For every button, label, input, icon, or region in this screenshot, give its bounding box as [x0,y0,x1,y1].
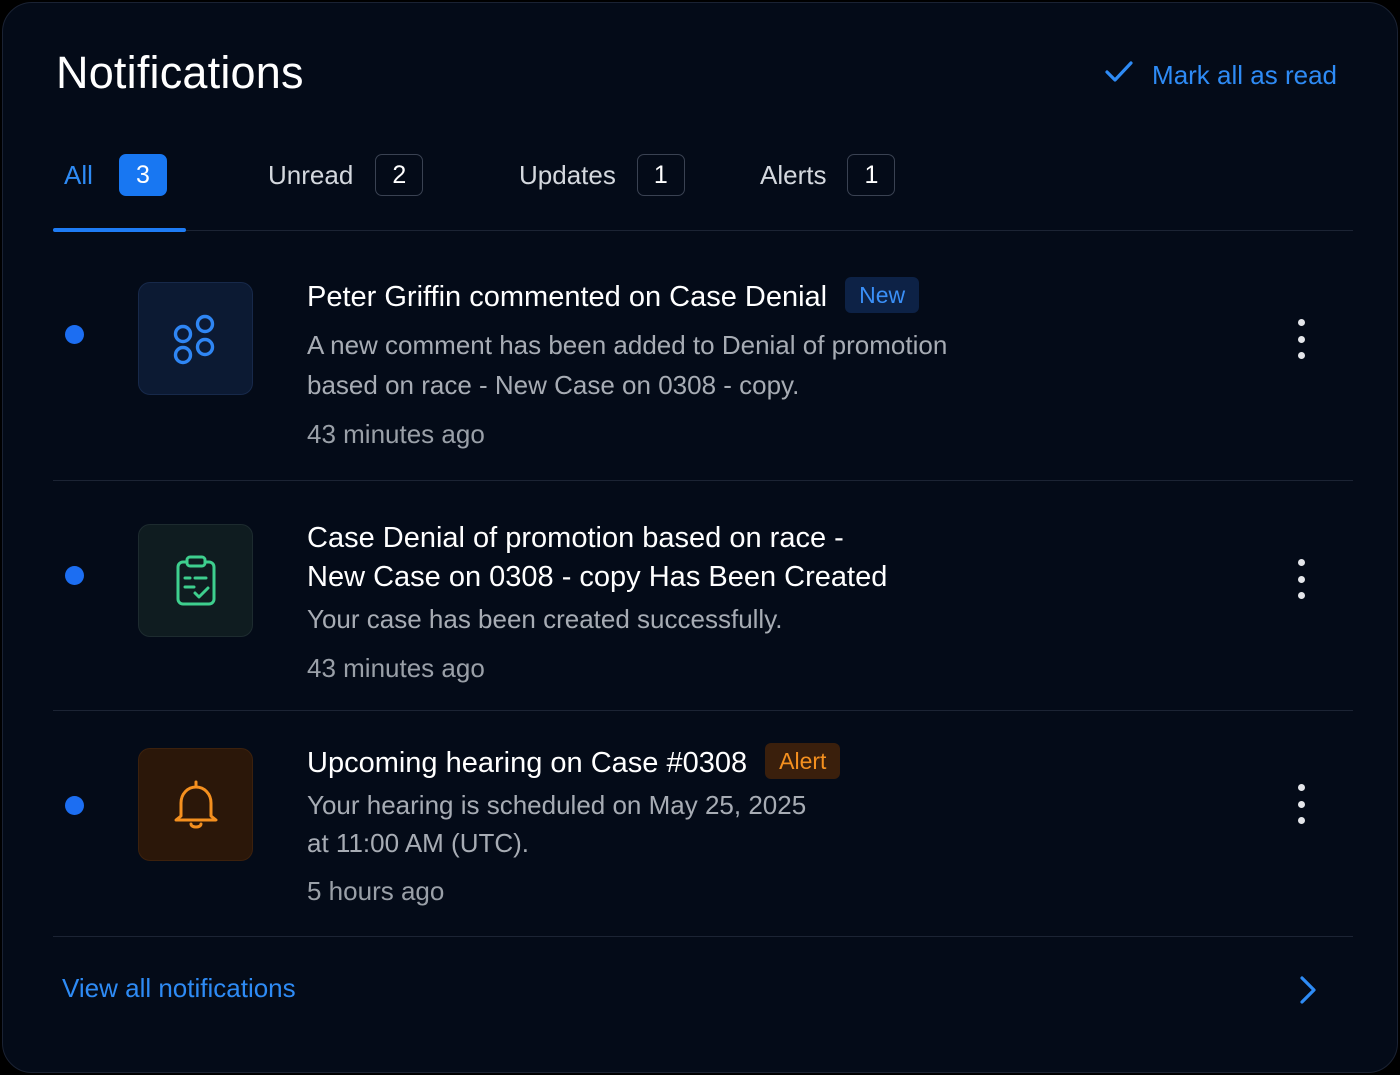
unread-dot [65,325,84,344]
panel-title: Notifications [56,47,304,98]
notification-item[interactable]: Case Denial of promotion based on race -… [53,481,1353,711]
tab-updates-count: 1 [636,154,685,196]
tab-updates-label: Updates [519,159,616,190]
tab-all-count: 3 [118,154,167,196]
tab-unread-label: Unread [268,159,354,190]
tab-unread-count: 2 [375,154,424,196]
notification-title: Case Denial of promotion based on race -… [307,519,887,597]
notification-title: Upcoming hearing on Case #0308 Alert [307,743,841,783]
bell-icon [138,748,253,861]
notification-item[interactable]: Peter Griffin commented on Case Denial Ne… [53,251,1353,481]
notification-time: 43 minutes ago [307,653,485,683]
tab-alerts[interactable]: Alerts 1 [760,153,896,197]
active-tab-indicator [53,228,186,232]
clipboard-check-icon [138,524,253,637]
unread-dot [65,796,84,815]
more-options-button[interactable] [1289,319,1313,359]
chevron-right-icon[interactable] [1296,973,1320,1007]
kebab-dot [1297,319,1305,326]
notification-title-text: Upcoming hearing on Case #0308 [307,747,748,779]
tab-all-label: All [64,159,93,190]
notification-description-line: based on race - New Case on 0308 - copy. [307,370,800,400]
notification-title-line: Case Denial of promotion based on race - [307,522,844,554]
new-badge: New [845,277,920,313]
kebab-dot [1297,784,1305,791]
notification-description: Your hearing is scheduled on May 25, 202… [307,786,806,862]
alert-badge: Alert [765,743,841,779]
view-all-notifications-link[interactable]: View all notifications [62,973,296,1004]
tab-unread[interactable]: Unread 2 [268,153,424,197]
mark-all-read-label: Mark all as read [1152,60,1337,90]
notification-description-line: Your hearing is scheduled on May 25, 202… [307,790,807,820]
notification-description: Your case has been created successfully. [307,604,783,634]
notification-time: 43 minutes ago [307,419,485,449]
notification-description-line: A new comment has been added to Denial o… [307,330,948,360]
notification-description-line: at 11:00 AM (UTC). [307,828,530,858]
notifications-panel: Notifications Mark all as read All 3 Unr… [2,2,1398,1073]
notification-title: Peter Griffin commented on Case Denial Ne… [307,277,920,317]
tab-alerts-label: Alerts [760,159,827,190]
tab-all[interactable]: All 3 [64,153,167,197]
tab-alerts-count: 1 [847,154,896,196]
mark-all-read-button[interactable]: Mark all as read [1104,57,1337,94]
tab-updates[interactable]: Updates 1 [519,153,685,197]
unread-dot [65,566,84,585]
kebab-dot [1297,559,1305,566]
tab-bar: All 3 Unread 2 Updates 1 Alerts 1 [53,153,1353,232]
kebab-dot [1297,335,1305,343]
notification-title-text: Peter Griffin commented on Case Denial [307,281,828,313]
notification-item[interactable]: Upcoming hearing on Case #0308 Alert Your… [53,711,1353,937]
kebab-dot [1297,575,1305,583]
kebab-dot [1297,352,1305,359]
more-options-button[interactable] [1289,784,1313,824]
kebab-dot [1297,817,1305,824]
share-nodes-icon [138,282,253,395]
notification-time: 5 hours ago [307,876,445,906]
kebab-dot [1297,592,1305,599]
more-options-button[interactable] [1289,559,1313,599]
notification-description: A new comment has been added to Denial o… [307,325,947,405]
check-icon [1104,57,1134,94]
notification-title-line: New Case on 0308 - copy Has Been Created [307,561,888,593]
kebab-dot [1297,800,1305,808]
